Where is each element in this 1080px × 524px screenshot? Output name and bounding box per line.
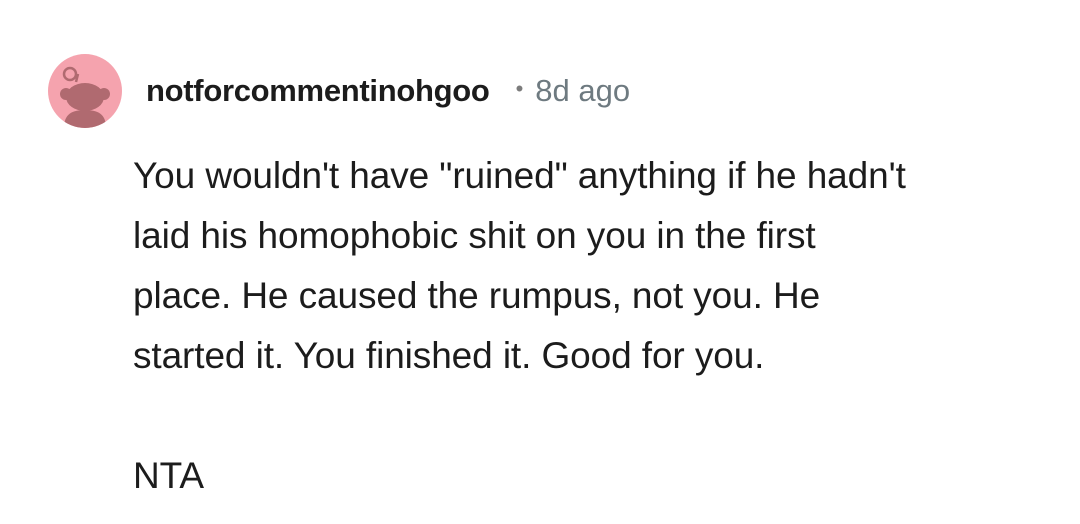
timestamp: 8d ago	[535, 73, 631, 108]
separator-dot: •	[515, 76, 524, 101]
comment-line: You wouldn't have "ruined" anything if h…	[133, 155, 906, 196]
reddit-snoo-avatar-icon	[60, 66, 110, 128]
comment: notforcommentinohgoo • 8d ago You wouldn…	[0, 0, 1080, 524]
comment-header: notforcommentinohgoo • 8d ago	[48, 54, 630, 128]
verdict-text: NTA	[133, 455, 204, 496]
comment-line: place. He caused the rumpus, not you. He	[133, 275, 821, 316]
username[interactable]: notforcommentinohgoo	[146, 73, 490, 109]
comment-paragraph: NTA	[133, 446, 1033, 506]
comment-paragraph: You wouldn't have "ruined" anything if h…	[133, 146, 1033, 386]
avatar[interactable]	[48, 54, 122, 128]
comment-body: You wouldn't have "ruined" anything if h…	[133, 146, 1033, 506]
comment-line: laid his homophobic shit on you in the f…	[133, 215, 816, 256]
comment-line: started it. You finished it. Good for yo…	[133, 335, 765, 376]
